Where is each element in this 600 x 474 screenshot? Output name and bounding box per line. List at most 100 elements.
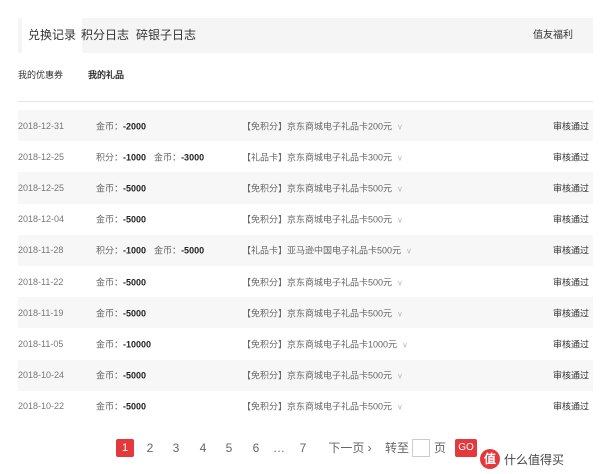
amount-label: 金币： [96,183,124,194]
record-status: 审核通过 [552,152,589,163]
record-row: 2018-11-22 金币：-5000 【免积分】京东商城电子礼品卡500元 ∨ 审核通… [18,266,593,297]
page-unit-label: 页 [433,441,446,455]
chevron-down-icon: ∨ [397,215,403,225]
record-row: 2018-11-05 金币：-10000 【免积分】京东商城电子礼品卡1000元 ∨ 审… [18,328,593,359]
record-date: 2018-12-25 [18,182,65,193]
goto-page-input[interactable] [412,439,430,457]
record-row: 2018-11-28 积分：-1000 金币：-5000 【礼品卡】亚马逊中国电子礼品… [18,234,593,266]
tab-bar: 兑换记录 积分日志 碎银子日志 值友福利 [18,18,593,53]
record-status: 审核通过 [552,245,589,256]
record-status: 审核通过 [552,339,589,350]
record-item-toggle[interactable]: 【免积分】京东商城电子礼品卡500元 ∨ [242,275,403,288]
amount-value: -2000 [123,121,147,132]
chevron-down-icon: ∨ [406,246,412,256]
record-item-name: 【免积分】京东商城电子礼品卡500元 [242,370,393,381]
record-item-toggle[interactable]: 【免积分】京东商城电子礼品卡500元 ∨ [242,369,403,382]
record-row: 2018-12-25 积分：-1000 金币：-3000 【礼品卡】京东商城电子礼品卡… [18,141,593,172]
amount-value: -1000 [123,245,147,256]
amount-value: -5000 [123,401,147,412]
amount-label: 金币： [96,339,124,350]
amount-label: 积分： [96,245,124,256]
amount-value: -5000 [181,245,205,256]
tab-exchange-records[interactable]: 兑换记录 [22,18,83,53]
amount-value: -10000 [123,339,152,350]
record-item-toggle[interactable]: 【免积分】京东商城电子礼品卡1000元 ∨ [242,337,408,350]
brand-logo-icon: 值 [480,449,500,469]
amount-label: 金币： [96,370,124,381]
go-button[interactable]: GO [455,439,477,457]
record-item-name: 【礼品卡】京东商城电子礼品卡300元 [242,152,393,163]
tab-silver-log[interactable]: 碎银子日志 [136,18,196,53]
record-date: 2018-11-28 [18,245,64,256]
page-4-button[interactable]: 4 [197,440,209,456]
page-ellipsis: … [273,441,285,455]
page-7-button[interactable]: 7 [297,440,309,456]
tab-user-benefits[interactable]: 值友福利 [533,18,573,53]
chevron-down-icon: ∨ [397,122,403,132]
record-amounts: 金币：-5000 [96,306,154,319]
record-item-toggle[interactable]: 【免积分】京东商城电子礼品卡500元 ∨ [242,181,403,194]
record-item-toggle[interactable]: 【礼品卡】亚马逊中国电子礼品卡500元 ∨ [242,244,412,257]
record-amounts: 金币：-5000 [96,400,154,413]
record-item-toggle[interactable]: 【免积分】京东商城电子礼品卡500元 ∨ [242,213,403,226]
chevron-down-icon: ∨ [397,309,403,319]
record-item-name: 【免积分】京东商城电子礼品卡500元 [242,277,393,288]
record-item-name: 【免积分】京东商城电子礼品卡500元 [242,183,393,194]
record-amounts: 金币：-5000 [96,213,154,226]
amount-label: 金币： [96,308,124,319]
amount-label: 金币： [154,245,182,256]
record-date: 2018-12-25 [18,151,65,162]
record-status: 审核通过 [552,183,589,194]
record-row: 2018-10-24 金币：-5000 【免积分】京东商城电子礼品卡500元 ∨ 审核通… [18,359,593,391]
record-amounts: 积分：-1000 金币：-5000 [96,244,212,257]
tab-points-log[interactable]: 积分日志 [81,18,129,53]
record-amounts: 金币：-5000 [96,275,154,288]
record-row: 2018-12-25 金币：-5000 【免积分】京东商城电子礼品卡500元 ∨ 审核通… [18,172,593,204]
page-2-button[interactable]: 2 [144,440,156,456]
amount-value: -1000 [123,152,147,163]
chevron-down-icon: ∨ [397,278,403,288]
record-row: 2018-11-19 金币：-5000 【免积分】京东商城电子礼品卡500元 ∨ 审核通… [18,297,593,329]
goto-label: 转至 [385,441,410,455]
record-item-toggle[interactable]: 【免积分】京东商城电子礼品卡200元 ∨ [242,119,403,132]
record-status: 审核通过 [552,401,589,412]
chevron-down-icon: ∨ [397,371,403,381]
record-date: 2018-11-19 [18,307,64,318]
next-page-button[interactable]: 下一页 › [325,440,375,456]
record-item-name: 【礼品卡】亚马逊中国电子礼品卡500元 [242,245,402,256]
amount-label: 金币： [154,152,182,163]
record-row: 2018-12-04 金币：-5000 【免积分】京东商城电子礼品卡500元 ∨ 审核通… [18,204,593,235]
amount-value: -5000 [123,277,147,288]
record-date: 2018-10-24 [18,370,65,381]
page-5-button[interactable]: 5 [223,440,235,456]
amount-value: -3000 [181,152,205,163]
subtab-my-gifts[interactable]: 我的礼品 [88,68,124,81]
record-item-toggle[interactable]: 【免积分】京东商城电子礼品卡500元 ∨ [242,400,403,413]
record-item-name: 【免积分】京东商城电子礼品卡200元 [242,121,393,132]
record-status: 审核通过 [552,214,589,225]
page-3-button[interactable]: 3 [170,440,182,456]
page-6-button[interactable]: 6 [250,440,262,456]
record-item-name: 【免积分】京东商城电子礼品卡500元 [242,401,393,412]
chevron-down-icon: ∨ [402,340,408,350]
amount-value: -5000 [123,370,147,381]
record-row: 2018-10-22 金币：-5000 【免积分】京东商城电子礼品卡500元 ∨ 审核通… [18,391,593,422]
record-item-toggle[interactable]: 【免积分】京东商城电子礼品卡500元 ∨ [242,306,403,319]
record-date: 2018-12-31 [18,120,65,131]
amount-label: 金币： [96,121,124,132]
record-amounts: 金币：-5000 [96,181,154,194]
watermark: 值 什么值得买 [478,448,600,470]
record-amounts: 金币：-2000 [96,119,154,132]
record-status: 审核通过 [552,370,589,381]
page-1-button[interactable]: 1 [116,439,134,457]
subtab-my-coupons[interactable]: 我的优惠券 [18,68,63,81]
amount-label: 金币： [96,214,124,225]
records-list: 2018-12-31 金币：-2000 【免积分】京东商城电子礼品卡200元 ∨ 审核通… [18,110,593,422]
record-date: 2018-11-05 [18,338,64,349]
record-date: 2018-11-22 [18,276,64,287]
amount-value: -5000 [123,308,147,319]
chevron-down-icon: ∨ [397,153,403,163]
record-status: 审核通过 [552,277,589,288]
amount-value: -5000 [123,214,147,225]
record-item-toggle[interactable]: 【礼品卡】京东商城电子礼品卡300元 ∨ [242,150,403,163]
